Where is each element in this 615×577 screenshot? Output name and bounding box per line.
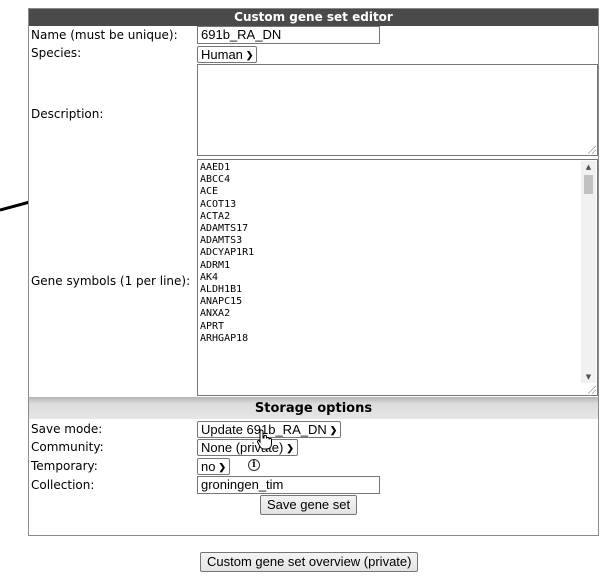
description-textarea[interactable] xyxy=(197,64,598,156)
gene-symbol-line: ACTA2 xyxy=(200,210,231,222)
scroll-up-icon[interactable]: ▲ xyxy=(581,161,596,173)
gene-list: AAED1 ABCC4 ACE ACOT13 ACTA2 ADAMTS17 ADAMTS3 A… xyxy=(200,162,254,345)
gene-symbol-line: ARHGAP18 xyxy=(200,332,249,344)
gene-symbol-line: AK4 xyxy=(200,271,219,283)
name-input[interactable]: 691b_RA_DN xyxy=(197,26,380,44)
name-label: Name (must be unique): xyxy=(31,28,178,42)
chevron-down-icon: ❯ xyxy=(329,425,338,435)
gene-symbol-line: ALDH1B1 xyxy=(200,284,243,296)
save-mode-label: Save mode: xyxy=(31,422,103,436)
resize-handle-icon[interactable] xyxy=(588,146,596,154)
species-value: Human xyxy=(201,47,243,62)
gene-symbol-line: AAED1 xyxy=(200,162,231,173)
gene-symbol-line: ACE xyxy=(200,186,219,198)
description-label: Description: xyxy=(31,107,104,121)
storage-options-title: Storage options xyxy=(29,397,598,419)
temporary-label: Temporary: xyxy=(31,459,98,473)
gene-symbol-line: ADAMTS17 xyxy=(200,223,249,235)
collection-label: Collection: xyxy=(31,478,95,492)
community-select[interactable]: None (private) ❯ xyxy=(197,439,298,456)
resize-handle-icon[interactable] xyxy=(588,386,596,394)
gene-symbol-line: ACOT13 xyxy=(200,198,237,210)
genes-label: Gene symbols (1 per line): xyxy=(31,274,191,288)
info-icon[interactable]: i xyxy=(248,459,260,471)
scroll-down-icon[interactable]: ▼ xyxy=(581,371,596,383)
chevron-down-icon: ❯ xyxy=(245,50,254,60)
scrollbar[interactable]: ▲ ▼ xyxy=(581,161,596,383)
collection-input[interactable]: groningen_tim xyxy=(197,476,380,494)
custom-gene-set-overview-button[interactable]: Custom gene set overview (private) xyxy=(200,552,419,572)
gene-symbol-line: ANXA2 xyxy=(200,308,231,320)
temporary-value: no xyxy=(201,459,216,474)
temporary-select[interactable]: no ❯ xyxy=(197,458,231,475)
gene-symbol-line: ADRM1 xyxy=(200,259,231,271)
species-select[interactable]: Human ❯ xyxy=(197,46,258,63)
community-label: Community: xyxy=(31,440,104,454)
gene-symbol-line: ABCC4 xyxy=(200,174,231,186)
species-label: Species: xyxy=(31,46,82,60)
scrollbar-thumb[interactable] xyxy=(584,175,593,194)
editor-title: Custom gene set editor xyxy=(29,9,598,26)
gene-symbol-line: ADAMTS3 xyxy=(200,235,243,247)
gene-symbol-line: ADCYAP1R1 xyxy=(200,247,255,259)
gene-symbols-textarea[interactable]: AAED1 ABCC4 ACE ACOT13 ACTA2 ADAMTS17 ADAMTS3 A… xyxy=(197,159,598,396)
gene-set-editor: Custom gene set editor Name (must be uni… xyxy=(28,8,599,536)
gene-symbol-line: APRT xyxy=(200,320,225,332)
chevron-down-icon: ❯ xyxy=(218,462,227,472)
chevron-down-icon: ❯ xyxy=(286,443,294,453)
save-gene-set-button[interactable]: Save gene set xyxy=(260,495,358,515)
gene-symbol-line: ANAPC15 xyxy=(200,296,243,308)
hand-pointer-icon xyxy=(256,429,272,450)
